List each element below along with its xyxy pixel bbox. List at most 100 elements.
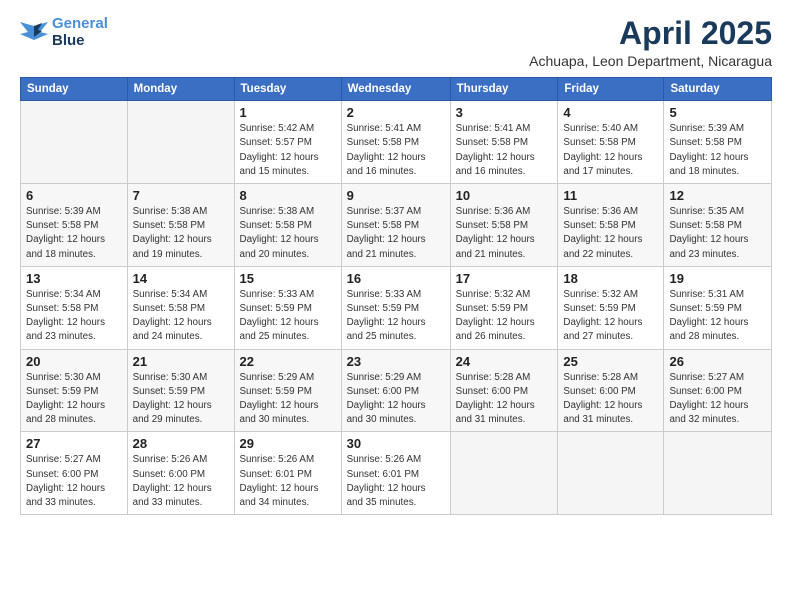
day-info: Sunrise: 5:29 AMSunset: 6:00 PMDaylight:… (347, 371, 445, 428)
table-row: 12 Sunrise: 5:35 AMSunset: 5:58 PMDayligh… (664, 184, 772, 267)
table-row: 20 Sunrise: 5:30 AMSunset: 5:59 PMDayligh… (21, 349, 128, 432)
table-row: 21 Sunrise: 5:30 AMSunset: 5:59 PMDayligh… (127, 349, 234, 432)
page: General Blue April 2025 Achuapa, Leon De… (0, 0, 792, 612)
day-number: 20 (26, 354, 122, 369)
day-info: Sunrise: 5:33 AMSunset: 5:59 PMDaylight:… (347, 288, 445, 345)
day-number: 19 (669, 271, 766, 286)
day-number: 23 (347, 354, 445, 369)
header-thursday: Thursday (450, 78, 558, 101)
day-number: 22 (240, 354, 336, 369)
table-row: 2 Sunrise: 5:41 AMSunset: 5:58 PMDaylight… (341, 101, 450, 184)
calendar-week-row: 6Sunrise: 5:39 AMSunset: 5:58 PMDaylight… (21, 184, 772, 267)
day-number: 5 (669, 105, 766, 120)
day-info: Sunrise: 5:35 AMSunset: 5:58 PMDaylight:… (669, 205, 766, 262)
table-row: 23 Sunrise: 5:29 AMSunset: 6:00 PMDayligh… (341, 349, 450, 432)
day-number: 8 (240, 188, 336, 203)
title-block: April 2025 Achuapa, Leon Department, Nic… (529, 16, 772, 69)
header-sunday: Sunday (21, 78, 128, 101)
day-number: 13 (26, 271, 122, 286)
table-row: 11 Sunrise: 5:36 AMSunset: 5:58 PMDayligh… (558, 184, 664, 267)
calendar-week-row: 20 Sunrise: 5:30 AMSunset: 5:59 PMDayligh… (21, 349, 772, 432)
day-info: Sunrise: 5:41 AMSunset: 5:58 PMDaylight:… (456, 122, 553, 179)
day-info: Sunrise: 5:41 AMSunset: 5:58 PMDaylight:… (347, 122, 445, 179)
calendar-header-row: Sunday Monday Tuesday Wednesday Thursday… (21, 78, 772, 101)
header: General Blue April 2025 Achuapa, Leon De… (20, 16, 772, 69)
day-number: 21 (133, 354, 229, 369)
table-row (664, 432, 772, 515)
location-title: Achuapa, Leon Department, Nicaragua (529, 53, 772, 69)
day-info: Sunrise: 5:28 AMSunset: 6:00 PMDaylight:… (563, 371, 658, 428)
day-info: Sunrise: 5:32 AMSunset: 5:59 PMDaylight:… (563, 288, 658, 345)
day-info: Sunrise: 5:26 AMSunset: 6:01 PMDaylight:… (240, 453, 336, 510)
table-row: 17Sunrise: 5:32 AMSunset: 5:59 PMDayligh… (450, 266, 558, 349)
table-row: 5 Sunrise: 5:39 AMSunset: 5:58 PMDaylight… (664, 101, 772, 184)
table-row: 22 Sunrise: 5:29 AMSunset: 5:59 PMDayligh… (234, 349, 341, 432)
table-row: 3 Sunrise: 5:41 AMSunset: 5:58 PMDaylight… (450, 101, 558, 184)
table-row: 7 Sunrise: 5:38 AMSunset: 5:58 PMDaylight… (127, 184, 234, 267)
table-row (21, 101, 128, 184)
day-number: 3 (456, 105, 553, 120)
table-row: 16 Sunrise: 5:33 AMSunset: 5:59 PMDayligh… (341, 266, 450, 349)
day-info: Sunrise: 5:39 AMSunset: 5:58 PMDaylight:… (669, 122, 766, 179)
day-number: 4 (563, 105, 658, 120)
calendar-week-row: 1 Sunrise: 5:42 AMSunset: 5:57 PMDaylight… (21, 101, 772, 184)
table-row: 1 Sunrise: 5:42 AMSunset: 5:57 PMDaylight… (234, 101, 341, 184)
day-number: 14 (133, 271, 229, 286)
table-row (127, 101, 234, 184)
day-info: Sunrise: 5:26 AMSunset: 6:01 PMDaylight:… (347, 453, 445, 510)
day-number: 25 (563, 354, 658, 369)
day-info: Sunrise: 5:36 AMSunset: 5:58 PMDaylight:… (456, 205, 553, 262)
day-info: Sunrise: 5:28 AMSunset: 6:00 PMDaylight:… (456, 371, 553, 428)
table-row (558, 432, 664, 515)
table-row: 14 Sunrise: 5:34 AMSunset: 5:58 PMDayligh… (127, 266, 234, 349)
day-number: 11 (563, 188, 658, 203)
day-info: Sunrise: 5:29 AMSunset: 5:59 PMDaylight:… (240, 371, 336, 428)
table-row (450, 432, 558, 515)
day-number: 12 (669, 188, 766, 203)
day-info: Sunrise: 5:34 AMSunset: 5:58 PMDaylight:… (26, 288, 122, 345)
day-info: Sunrise: 5:27 AMSunset: 6:00 PMDaylight:… (26, 453, 122, 510)
header-tuesday: Tuesday (234, 78, 341, 101)
day-number: 28 (133, 436, 229, 451)
table-row: 15 Sunrise: 5:33 AMSunset: 5:59 PMDayligh… (234, 266, 341, 349)
logo-icon (20, 22, 48, 44)
day-number: 27 (26, 436, 122, 451)
day-info: Sunrise: 5:30 AMSunset: 5:59 PMDaylight:… (26, 371, 122, 428)
day-number: 16 (347, 271, 445, 286)
day-number: 6 (26, 188, 122, 203)
table-row: 18 Sunrise: 5:32 AMSunset: 5:59 PMDayligh… (558, 266, 664, 349)
table-row: 6Sunrise: 5:39 AMSunset: 5:58 PMDaylight… (21, 184, 128, 267)
day-number: 1 (240, 105, 336, 120)
day-number: 15 (240, 271, 336, 286)
day-number: 9 (347, 188, 445, 203)
day-info: Sunrise: 5:36 AMSunset: 5:58 PMDaylight:… (563, 205, 658, 262)
calendar-table: Sunday Monday Tuesday Wednesday Thursday… (20, 77, 772, 515)
table-row: 19Sunrise: 5:31 AMSunset: 5:59 PMDayligh… (664, 266, 772, 349)
day-number: 30 (347, 436, 445, 451)
calendar-week-row: 27 Sunrise: 5:27 AMSunset: 6:00 PMDayligh… (21, 432, 772, 515)
day-number: 29 (240, 436, 336, 451)
table-row: 10Sunrise: 5:36 AMSunset: 5:58 PMDayligh… (450, 184, 558, 267)
table-row: 9 Sunrise: 5:37 AMSunset: 5:58 PMDaylight… (341, 184, 450, 267)
header-saturday: Saturday (664, 78, 772, 101)
day-info: Sunrise: 5:37 AMSunset: 5:58 PMDaylight:… (347, 205, 445, 262)
table-row: 30 Sunrise: 5:26 AMSunset: 6:01 PMDayligh… (341, 432, 450, 515)
day-info: Sunrise: 5:42 AMSunset: 5:57 PMDaylight:… (240, 122, 336, 179)
day-info: Sunrise: 5:32 AMSunset: 5:59 PMDaylight:… (456, 288, 553, 345)
day-number: 18 (563, 271, 658, 286)
day-info: Sunrise: 5:40 AMSunset: 5:58 PMDaylight:… (563, 122, 658, 179)
day-info: Sunrise: 5:38 AMSunset: 5:58 PMDaylight:… (133, 205, 229, 262)
table-row: 27 Sunrise: 5:27 AMSunset: 6:00 PMDayligh… (21, 432, 128, 515)
header-friday: Friday (558, 78, 664, 101)
day-number: 7 (133, 188, 229, 203)
header-monday: Monday (127, 78, 234, 101)
table-row: 8Sunrise: 5:38 AMSunset: 5:58 PMDaylight… (234, 184, 341, 267)
header-wednesday: Wednesday (341, 78, 450, 101)
month-title: April 2025 (529, 16, 772, 51)
day-number: 2 (347, 105, 445, 120)
day-info: Sunrise: 5:33 AMSunset: 5:59 PMDaylight:… (240, 288, 336, 345)
table-row: 26Sunrise: 5:27 AMSunset: 6:00 PMDayligh… (664, 349, 772, 432)
day-info: Sunrise: 5:30 AMSunset: 5:59 PMDaylight:… (133, 371, 229, 428)
table-row: 28Sunrise: 5:26 AMSunset: 6:00 PMDayligh… (127, 432, 234, 515)
day-info: Sunrise: 5:34 AMSunset: 5:58 PMDaylight:… (133, 288, 229, 345)
